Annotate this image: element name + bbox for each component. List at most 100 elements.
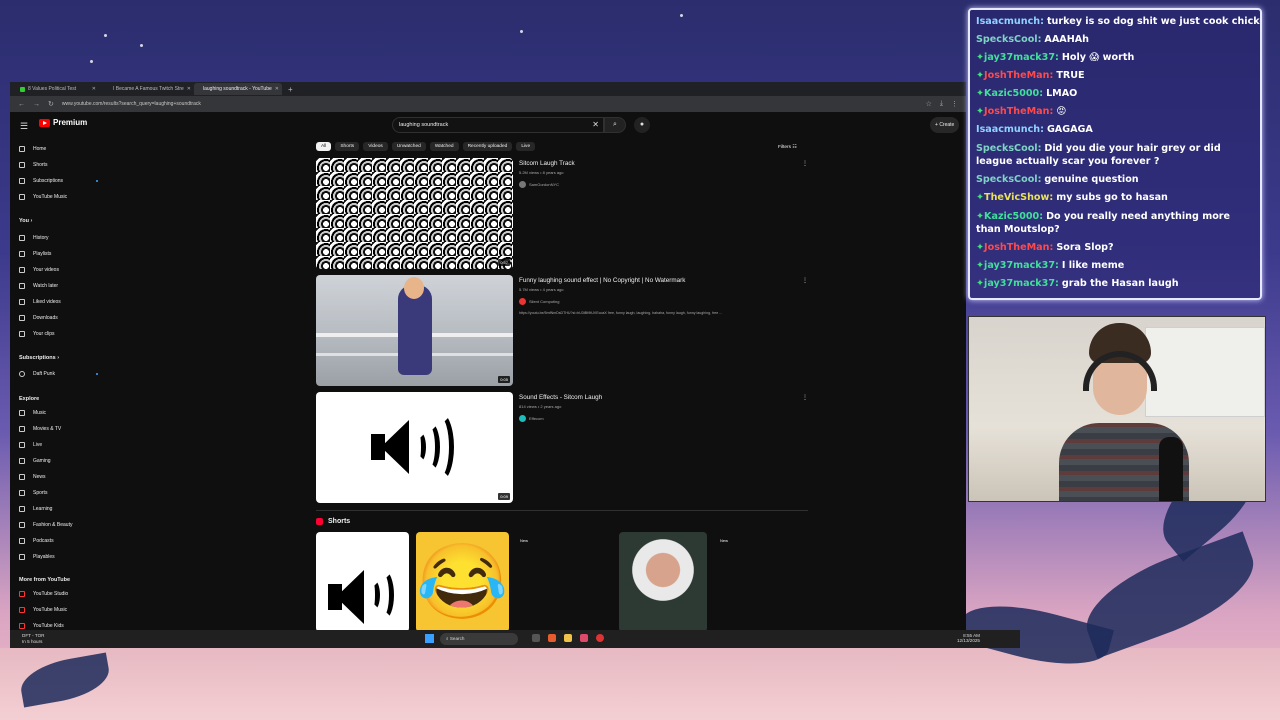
weather-widget[interactable]: DFT - TOR In 5 hours bbox=[22, 633, 44, 645]
search-button[interactable]: ⌕ bbox=[604, 117, 626, 133]
sidebar-item-news[interactable]: News bbox=[19, 474, 46, 480]
more-options-icon[interactable]: ⋮ bbox=[802, 394, 808, 401]
sidebar-item-podcasts[interactable]: Podcasts bbox=[19, 538, 54, 544]
chip-unwatched[interactable]: Unwatched bbox=[391, 142, 426, 151]
video-thumbnail[interactable]: 0:05 bbox=[316, 275, 513, 386]
url-field[interactable]: www.youtube.com/results?search_query=lau… bbox=[62, 101, 918, 107]
short-thumbnail[interactable]: 😂 bbox=[416, 532, 509, 632]
sidebar-item-shorts[interactable]: Shorts bbox=[19, 162, 47, 168]
chip-live[interactable]: Live bbox=[516, 142, 536, 151]
star-icon[interactable]: ☆ bbox=[926, 100, 932, 108]
close-icon[interactable]: ✕ bbox=[275, 86, 279, 92]
sidebar-item-sports[interactable]: Sports bbox=[19, 490, 47, 496]
sidebar-item-liked-videos[interactable]: Liked videos bbox=[19, 299, 61, 305]
like-icon bbox=[19, 299, 25, 305]
channel-link[interactable]: SamGordonNYC bbox=[519, 181, 559, 188]
sidebar-item-your-videos[interactable]: Your videos bbox=[19, 267, 59, 273]
sidebar-item-watch-later[interactable]: Watch later bbox=[19, 283, 58, 289]
sidebar-item-history[interactable]: History bbox=[19, 235, 49, 241]
chat-text: Sora Slop? bbox=[1056, 242, 1114, 253]
hamburger-menu-icon[interactable]: ☰ bbox=[20, 121, 28, 132]
sidebar-item-fashion-beauty[interactable]: Fashion & Beauty bbox=[19, 522, 72, 528]
background-star bbox=[520, 30, 523, 33]
sidebar-heading-you[interactable]: You › bbox=[19, 218, 32, 224]
music-icon bbox=[19, 410, 25, 416]
podcast-icon bbox=[19, 538, 25, 544]
forward-icon[interactable]: → bbox=[33, 101, 40, 108]
channel-link[interactable]: Silent Computing bbox=[519, 298, 559, 305]
reload-icon[interactable]: ↻ bbox=[48, 100, 54, 108]
video-title[interactable]: Funny laughing sound effect | No Copyrig… bbox=[519, 277, 685, 284]
short-thumbnail[interactable] bbox=[316, 532, 409, 632]
video-title[interactable]: Sound Effects - Sitcom Laugh bbox=[519, 394, 602, 401]
sidebar-item-label: Shorts bbox=[33, 162, 48, 168]
sidebar-item-music[interactable]: Music bbox=[19, 410, 46, 416]
sidebar-item-your-clips[interactable]: Your clips bbox=[19, 331, 55, 337]
logo-text: Premium bbox=[53, 118, 88, 127]
clear-icon[interactable]: ✕ bbox=[592, 120, 599, 129]
sidebar-item-subscriptions[interactable]: Subscriptions bbox=[19, 178, 63, 184]
speaker-icon bbox=[316, 532, 409, 632]
video-thumbnail[interactable]: 0:09 bbox=[316, 392, 513, 503]
chip-videos[interactable]: Videos bbox=[363, 142, 388, 151]
chat-message: SpecksCool: AAAHAh bbox=[976, 31, 1254, 49]
create-button[interactable]: + Create bbox=[930, 117, 960, 133]
sidebar-item-playables[interactable]: Playables bbox=[19, 554, 55, 560]
duration-badge: 0:57 bbox=[498, 259, 510, 266]
sidebar-item-youtube-music[interactable]: YouTube Music bbox=[19, 194, 67, 200]
music-icon bbox=[19, 607, 25, 613]
download-icon[interactable]: ⤓ bbox=[940, 100, 943, 108]
video-title[interactable]: Sitcom Laugh Track bbox=[519, 160, 575, 167]
youtube-logo[interactable]: Premium bbox=[39, 118, 87, 127]
system-clock[interactable]: 8:55 AM 12/13/2025 bbox=[957, 633, 980, 643]
more-options-icon[interactable]: ⋮ bbox=[802, 160, 808, 167]
subscriber-badge-icon: ✦ bbox=[976, 260, 985, 271]
new-tab-icon[interactable]: + bbox=[288, 85, 293, 94]
youtube-header: ☰ Premium laughing soundtrack ✕ ⌕ ● + Cre… bbox=[10, 112, 966, 138]
speaker-icon bbox=[316, 392, 513, 503]
browser-tab[interactable]: I Became A Famous Twitch Stre ✕ bbox=[104, 83, 192, 95]
sidebar-item-home[interactable]: Home bbox=[19, 146, 46, 152]
close-icon[interactable]: ✕ bbox=[187, 86, 191, 92]
sidebar-item-live[interactable]: Live bbox=[19, 442, 42, 448]
task-view-icon[interactable] bbox=[532, 634, 540, 642]
video-thumbnail[interactable]: 0:57 bbox=[316, 158, 513, 269]
sidebar-item-youtube-studio[interactable]: YouTube Studio bbox=[19, 591, 68, 597]
firefox-icon[interactable] bbox=[548, 634, 556, 642]
sidebar-item-learning[interactable]: Learning bbox=[19, 506, 52, 512]
chat-username: jay37mack37: bbox=[984, 260, 1059, 271]
shorts-section-heading: Shorts bbox=[316, 518, 350, 525]
sidebar-item-youtube-music-app[interactable]: YouTube Music bbox=[19, 607, 67, 613]
filters-button[interactable]: Filters ☷ bbox=[778, 145, 797, 150]
taskbar-search[interactable]: ⌕ Search bbox=[440, 633, 518, 645]
filters-label: Filters bbox=[778, 145, 792, 150]
sidebar-item-playlists[interactable]: Playlists bbox=[19, 251, 51, 257]
windows-start-icon[interactable] bbox=[425, 634, 434, 643]
short-thumbnail[interactable] bbox=[619, 532, 707, 632]
browser-tab[interactable]: 8 Values Political Test ✕ bbox=[14, 83, 102, 95]
channel-link[interactable]: Effecom bbox=[519, 415, 544, 422]
app-icon[interactable] bbox=[580, 634, 588, 642]
more-options-icon[interactable]: ⋮ bbox=[802, 277, 808, 284]
search-input[interactable]: laughing soundtrack ✕ bbox=[392, 117, 604, 133]
sidebar-item-label: YouTube Music bbox=[33, 607, 68, 613]
chip-watched[interactable]: Watched bbox=[429, 142, 459, 151]
sidebar-item-daft-punk[interactable]: Daft Punk bbox=[19, 371, 55, 377]
chip-all[interactable]: All bbox=[316, 142, 332, 151]
folder-icon[interactable] bbox=[564, 634, 572, 642]
chrome-icon[interactable] bbox=[596, 634, 604, 642]
channel-name: Silent Computing bbox=[529, 299, 560, 304]
close-icon[interactable]: ✕ bbox=[92, 86, 96, 92]
chat-message: ✦JoshTheMan: TRUE bbox=[976, 67, 1254, 85]
chip-shorts[interactable]: Shorts bbox=[335, 142, 360, 151]
browser-tab-active[interactable]: laughing soundtrack - YouTube ✕ bbox=[194, 83, 282, 95]
sidebar-item-gaming[interactable]: Gaming bbox=[19, 458, 51, 464]
sidebar-item-movies-tv[interactable]: Movies & TV bbox=[19, 426, 61, 432]
menu-dots-icon[interactable]: ⋮ bbox=[951, 100, 958, 108]
sidebar-heading-subscriptions[interactable]: Subscriptions › bbox=[19, 355, 59, 361]
chip-recently-uploaded[interactable]: Recently uploaded bbox=[462, 142, 513, 151]
mic-button[interactable]: ● bbox=[634, 117, 650, 133]
sidebar-item-downloads[interactable]: Downloads bbox=[19, 315, 58, 321]
sidebar-item-youtube-kids[interactable]: YouTube Kids bbox=[19, 623, 64, 629]
back-icon[interactable]: ← bbox=[18, 101, 25, 108]
